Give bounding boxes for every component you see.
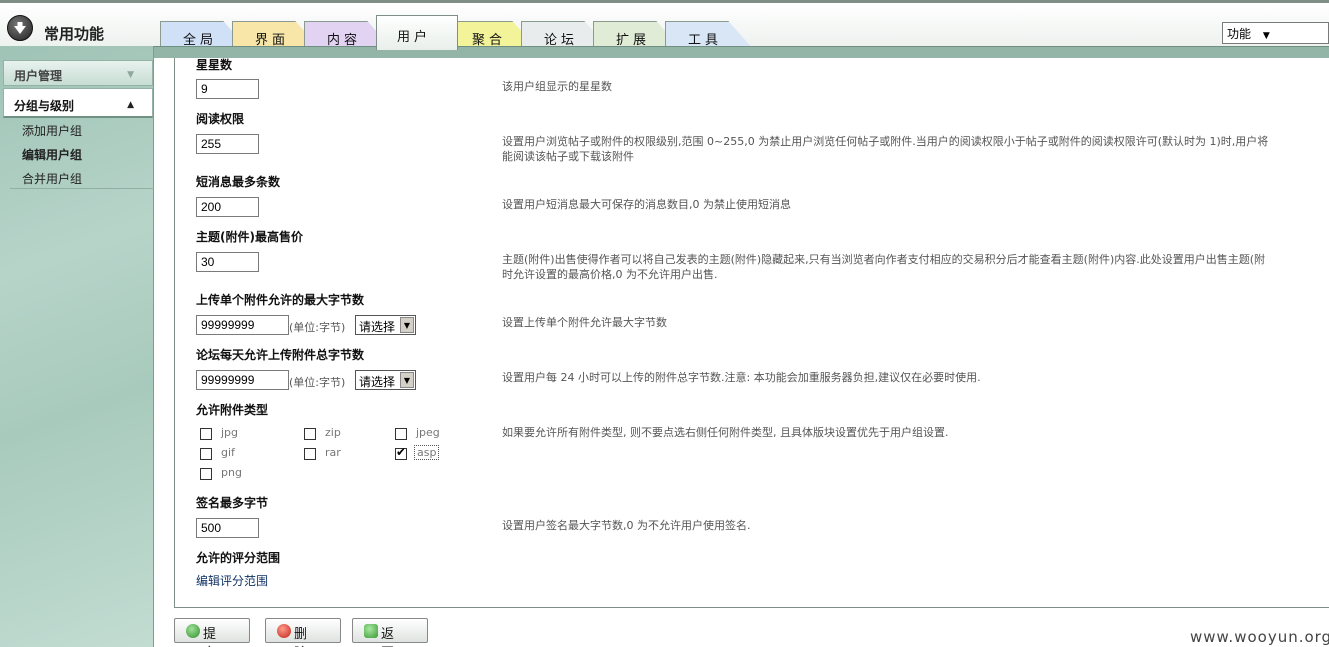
checkbox-label: rar	[325, 446, 341, 459]
minus-icon	[277, 624, 291, 638]
function-select[interactable]: 功能 ▼	[1222, 22, 1329, 44]
stars-input[interactable]	[196, 79, 259, 99]
delete-button[interactable]: 删 除	[265, 618, 341, 647]
chevron-down-icon: ▼	[1262, 31, 1270, 41]
top-bar: 常用功能 全局 界面 内容 用户 聚合 论坛 扩展 工具 功能 ▼	[0, 0, 1329, 50]
sidebar-section-label: 用户管理	[14, 69, 63, 83]
checkbox-rar[interactable]	[304, 448, 316, 460]
stars-desc: 该用户组显示的星星数	[502, 80, 612, 93]
max-attach-size-label: 上传单个附件允许的最大字节数	[196, 293, 365, 307]
checkbox-zip[interactable]	[304, 428, 316, 440]
read-permission-label: 阅读权限	[196, 112, 245, 126]
max-daily-size-input[interactable]	[196, 370, 289, 390]
sidebar-item-merge-group[interactable]: 合并用户组	[22, 170, 82, 187]
sidebar-item-add-group[interactable]: 添加用户组	[22, 122, 82, 139]
checkbox-label: gif	[221, 446, 235, 459]
max-daily-size-label: 论坛每天允许上传附件总字节数	[196, 348, 365, 362]
chevron-down-icon: ▼	[400, 372, 414, 388]
signature-max-label: 签名最多字节	[196, 496, 269, 510]
checkbox-asp[interactable]	[395, 445, 407, 460]
read-permission-desc-2: 能阅读该帖子或下载该附件	[502, 150, 634, 163]
back-arrow-icon	[364, 624, 378, 638]
rating-range-label: 允许的评分范围	[196, 551, 281, 565]
checkbox-label: zip	[325, 426, 341, 439]
sidebar-section-user-management[interactable]: 用户管理 ▼	[3, 60, 153, 86]
button-label: 删 除	[294, 627, 314, 647]
edit-rating-link[interactable]: 编辑评分范围	[196, 572, 268, 589]
max-attach-size-input[interactable]	[196, 315, 289, 335]
max-attach-size-unit: (单位:字节)	[289, 321, 346, 334]
checkbox-label: asp	[414, 445, 440, 460]
read-permission-desc-1: 设置用户浏览帖子或附件的权限级别,范围 0~255,0 为禁止用户浏览任何帖子或…	[502, 135, 1269, 148]
chevron-down-icon: ▼	[400, 317, 414, 333]
back-button[interactable]: 返 回	[352, 618, 428, 647]
sidebar-section-groups-levels[interactable]: 分组与级别 ▲	[3, 88, 153, 118]
checkbox-label: jpeg	[416, 426, 440, 439]
pm-max-label: 短消息最多条数	[196, 175, 281, 189]
attach-types-label: 允许附件类型	[196, 403, 269, 417]
max-price-input[interactable]	[196, 252, 259, 272]
signature-max-desc: 设置用户签名最大字节数,0 为不允许用户使用签名.	[502, 519, 751, 532]
checkbox-gif[interactable]	[200, 448, 212, 460]
pm-max-desc: 设置用户短消息最大可保存的消息数目,0 为禁止使用短消息	[502, 198, 791, 211]
watermark: www.wooyun.org	[1190, 628, 1329, 646]
chevron-down-icon: ▼	[127, 70, 134, 80]
pm-max-input[interactable]	[196, 197, 259, 217]
submit-button[interactable]: 提 交	[174, 618, 250, 647]
signature-max-input[interactable]	[196, 518, 259, 538]
down-arrow-icon[interactable]	[7, 15, 33, 41]
stars-label: 星星数	[196, 58, 233, 72]
max-daily-size-unit: (单位:字节)	[289, 376, 346, 389]
tab-user[interactable]: 用户	[376, 15, 458, 50]
app-title: 常用功能	[44, 25, 105, 43]
max-daily-size-desc: 设置用户每 24 小时可以上传的附件总字节数.注意: 本功能会加重服务器负担,建…	[502, 371, 981, 384]
attach-types-desc: 如果要允许所有附件类型, 则不要点选右侧任何附件类型, 且具体版块设置优先于用户…	[502, 426, 949, 439]
max-price-desc-2: 时允许设置的最高价格,0 为不允许用户出售.	[502, 268, 718, 281]
checkbox-label: jpg	[221, 426, 239, 439]
sidebar-section-label: 分组与级别	[14, 99, 75, 113]
sidebar-divider	[10, 188, 154, 189]
max-attach-size-desc: 设置上传单个附件允许最大字节数	[502, 316, 667, 329]
checkbox-label: png	[221, 466, 242, 479]
function-select-value: 功能	[1227, 27, 1252, 41]
button-label: 返 回	[381, 627, 401, 647]
select-value: 请选择	[359, 320, 396, 334]
button-label: 提 交	[203, 627, 223, 647]
checkbox-jpeg[interactable]	[395, 428, 407, 440]
checkbox-png[interactable]	[200, 468, 212, 480]
max-price-label: 主题(附件)最高售价	[196, 230, 303, 244]
sidebar: 用户管理 ▼ 分组与级别 ▲ 添加用户组 编辑用户组 合并用户组	[0, 46, 154, 647]
settings-panel: 星星数 该用户组显示的星星数 阅读权限 设置用户浏览帖子或附件的权限级别,范围 …	[174, 58, 1329, 608]
sidebar-item-edit-group[interactable]: 编辑用户组	[22, 146, 82, 163]
chevron-up-icon: ▲	[127, 100, 134, 110]
max-attach-size-select[interactable]: 请选择 ▼	[355, 315, 416, 335]
checkbox-jpg[interactable]	[200, 428, 212, 440]
max-daily-size-select[interactable]: 请选择 ▼	[355, 370, 416, 390]
select-value: 请选择	[359, 375, 396, 389]
check-icon	[186, 624, 200, 638]
tab-tools[interactable]: 工具	[665, 21, 753, 49]
max-price-desc-1: 主题(附件)出售使得作者可以将自己发表的主题(附件)隐藏起来,只有当浏览者向作者…	[502, 253, 1266, 266]
read-permission-input[interactable]	[196, 134, 259, 154]
